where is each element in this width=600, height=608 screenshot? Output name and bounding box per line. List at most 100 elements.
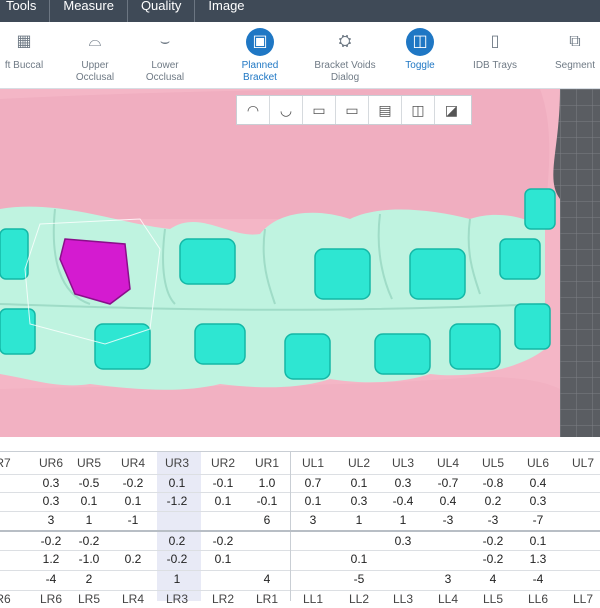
tool-bracket-voids[interactable]: ⛭ Bracket Voids Dialog	[300, 22, 390, 88]
lower-tooth-header[interactable]: LL1	[292, 590, 334, 608]
lower-tooth-header[interactable]: LR6	[30, 590, 72, 608]
upper-tooth-header[interactable]: UL6	[517, 454, 559, 472]
lower-tooth-header[interactable]: LR1	[246, 590, 288, 608]
upper-tooth-header[interactable]: UL7	[562, 454, 600, 472]
hide-brackets-icon[interactable]: ◫	[402, 96, 435, 124]
upper-tooth-header[interactable]: UR5	[68, 454, 110, 472]
table-cell[interactable]: -0.2	[112, 474, 154, 492]
tool-buccal-teeth[interactable]: ▦ ft Buccal	[0, 22, 48, 88]
lower-tooth-header[interactable]: R6	[0, 590, 24, 608]
table-cell[interactable]: -4	[517, 570, 559, 588]
table-cell[interactable]: 3	[292, 511, 334, 529]
table-cell[interactable]: -7	[517, 511, 559, 529]
upper-tooth-header[interactable]: UL2	[338, 454, 380, 472]
table-cell[interactable]: 0.3	[382, 474, 424, 492]
lower-tooth-header[interactable]: LL7	[562, 590, 600, 608]
table-cell[interactable]: -0.2	[68, 532, 110, 550]
table-cell[interactable]: 0.4	[427, 492, 469, 510]
upper-tooth-header[interactable]: UL3	[382, 454, 424, 472]
table-cell[interactable]: 0.1	[156, 474, 198, 492]
table-cell[interactable]: -1.0	[68, 550, 110, 568]
lower-tooth-header[interactable]: LR2	[202, 590, 244, 608]
lower-tooth-header[interactable]: LR4	[112, 590, 154, 608]
table-cell[interactable]: -0.2	[202, 532, 244, 550]
lower-tooth-header[interactable]: LL3	[382, 590, 424, 608]
table-cell[interactable]: 1.0	[246, 474, 288, 492]
upper-tooth-header[interactable]: UL1	[292, 454, 334, 472]
upper-tooth-header[interactable]: R7	[0, 454, 24, 472]
table-cell[interactable]: -0.2	[472, 550, 514, 568]
table-cell[interactable]: 1	[382, 511, 424, 529]
table-cell[interactable]: -0.2	[156, 550, 198, 568]
table-cell[interactable]: 1	[338, 511, 380, 529]
table-cell[interactable]: 6	[246, 511, 288, 529]
menu-quality[interactable]: Quality	[126, 0, 194, 22]
upper-occlusal-view-icon[interactable]: ◠	[237, 96, 270, 124]
tool-segment[interactable]: ⧉ Segment	[545, 22, 600, 88]
lower-tooth-header[interactable]: LL6	[517, 590, 559, 608]
show-brackets-icon[interactable]: ◪	[435, 96, 468, 124]
tool-planned-bracket[interactable]: ▣ Planned Bracket	[225, 22, 295, 88]
table-cell[interactable]: 0.2	[156, 532, 198, 550]
3d-viewport[interactable]: ◠ ◡ ▭ ▭ ▤ ◫ ◪	[0, 89, 600, 437]
lower-tooth-header[interactable]: LR3	[156, 590, 198, 608]
table-cell[interactable]: 1	[68, 511, 110, 529]
table-cell[interactable]: -0.4	[382, 492, 424, 510]
menu-tools[interactable]: Tools	[0, 0, 49, 22]
table-cell[interactable]: 2	[68, 570, 110, 588]
table-cell[interactable]: 0.3	[517, 492, 559, 510]
tool-lower-arch[interactable]: ⌣ Lower Occlusal	[130, 22, 200, 88]
lower-tooth-header[interactable]: LR5	[68, 590, 110, 608]
table-cell[interactable]: -0.8	[472, 474, 514, 492]
table-cell[interactable]: 0.3	[338, 492, 380, 510]
table-cell[interactable]: 3	[30, 511, 72, 529]
table-cell[interactable]: 0.1	[202, 492, 244, 510]
table-cell[interactable]: 4	[246, 570, 288, 588]
table-cell[interactable]: 0.1	[292, 492, 334, 510]
table-cell[interactable]: -4	[30, 570, 72, 588]
lower-occlusal-view-icon[interactable]: ◡	[270, 96, 303, 124]
table-cell[interactable]: 0.3	[30, 474, 72, 492]
upper-tooth-header[interactable]: UR1	[246, 454, 288, 472]
table-cell[interactable]: 0.1	[202, 550, 244, 568]
menu-image[interactable]: Image	[194, 0, 257, 22]
lower-tooth-header[interactable]: LL2	[338, 590, 380, 608]
table-cell[interactable]: 0.1	[112, 492, 154, 510]
table-cell[interactable]: -0.1	[202, 474, 244, 492]
table-cell[interactable]: 0.2	[112, 550, 154, 568]
menu-measure[interactable]: Measure	[49, 0, 127, 22]
table-cell[interactable]: 0.1	[338, 474, 380, 492]
table-cell[interactable]: -1	[112, 511, 154, 529]
table-cell[interactable]: -0.5	[68, 474, 110, 492]
table-cell[interactable]: 1.2	[30, 550, 72, 568]
table-cell[interactable]: -5	[338, 570, 380, 588]
upper-tooth-header[interactable]: UR6	[30, 454, 72, 472]
table-cell[interactable]: 0.1	[517, 532, 559, 550]
upper-tooth-header[interactable]: UL5	[472, 454, 514, 472]
table-cell[interactable]: -0.1	[246, 492, 288, 510]
table-cell[interactable]: 0.4	[517, 474, 559, 492]
table-cell[interactable]: 0.7	[292, 474, 334, 492]
upper-tooth-header[interactable]: UR4	[112, 454, 154, 472]
table-cell[interactable]: 1	[156, 570, 198, 588]
table-cell[interactable]: -3	[427, 511, 469, 529]
table-cell[interactable]: 3	[427, 570, 469, 588]
lower-tooth-header[interactable]: LL5	[472, 590, 514, 608]
table-cell[interactable]: -1.2	[156, 492, 198, 510]
upper-tooth-header[interactable]: UR2	[202, 454, 244, 472]
table-cell[interactable]: 0.2	[472, 492, 514, 510]
table-cell[interactable]: -0.2	[30, 532, 72, 550]
tool-idb-trays[interactable]: ▯ IDB Trays	[460, 22, 530, 88]
lingual-view-icon[interactable]: ▤	[369, 96, 402, 124]
tool-upper-arch[interactable]: ⌓ Upper Occlusal	[60, 22, 130, 88]
table-cell[interactable]: 0.1	[68, 492, 110, 510]
table-cell[interactable]: 0.3	[30, 492, 72, 510]
table-cell[interactable]: 4	[472, 570, 514, 588]
tool-toggle[interactable]: ◫ Toggle	[385, 22, 455, 88]
table-cell[interactable]: 0.1	[338, 550, 380, 568]
table-cell[interactable]: 1.3	[517, 550, 559, 568]
frontal-view-icon[interactable]: ▭	[336, 96, 369, 124]
table-cell[interactable]: 0.3	[382, 532, 424, 550]
table-cell[interactable]: -3	[472, 511, 514, 529]
lower-tooth-header[interactable]: LL4	[427, 590, 469, 608]
